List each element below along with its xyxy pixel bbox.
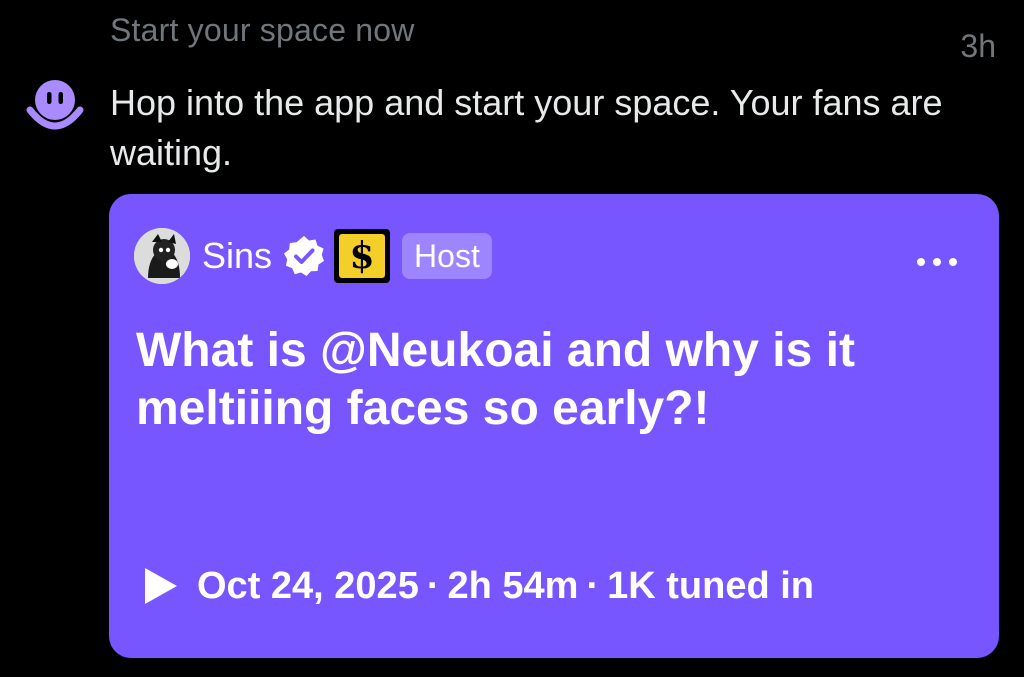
verified-badge-icon xyxy=(284,236,325,276)
host-avatar[interactable] xyxy=(134,228,190,284)
more-dots-icon xyxy=(933,258,941,266)
host-role-badge: Host xyxy=(402,233,492,279)
meta-separator: · xyxy=(586,564,600,607)
affiliate-letter: $ xyxy=(339,234,386,278)
meta-separator: · xyxy=(426,564,440,607)
host-name[interactable]: Sins xyxy=(202,235,272,277)
space-title: What is @Neukoai and why is it meltiiing… xyxy=(136,324,855,435)
notification-label: Start your space now xyxy=(110,12,415,48)
avatar-image-icon xyxy=(134,228,190,284)
more-dots-icon xyxy=(917,258,925,266)
space-notification[interactable]: Start your space now 3h Hop into the app… xyxy=(0,0,1024,677)
affiliate-s-logo: $ xyxy=(334,229,391,283)
space-date: Oct 24, 2025 xyxy=(197,564,419,607)
space-card[interactable]: Sins $ Host What is @Neukoai and why is … xyxy=(109,194,999,658)
space-duration: 2h 54m xyxy=(447,564,579,607)
more-options-button[interactable] xyxy=(917,252,957,272)
host-row: Sins $ Host xyxy=(134,228,492,284)
notification-timestamp: 3h xyxy=(960,28,996,64)
play-icon xyxy=(145,568,177,604)
space-meta[interactable]: Oct 24, 2025 · 2h 54m · 1K tuned in xyxy=(143,558,814,614)
notification-message: Hop into the app and start your space. Y… xyxy=(110,82,943,173)
more-dots-icon xyxy=(949,258,957,266)
spaces-smiley-icon xyxy=(26,80,84,130)
space-listeners: 1K tuned in xyxy=(607,564,814,607)
